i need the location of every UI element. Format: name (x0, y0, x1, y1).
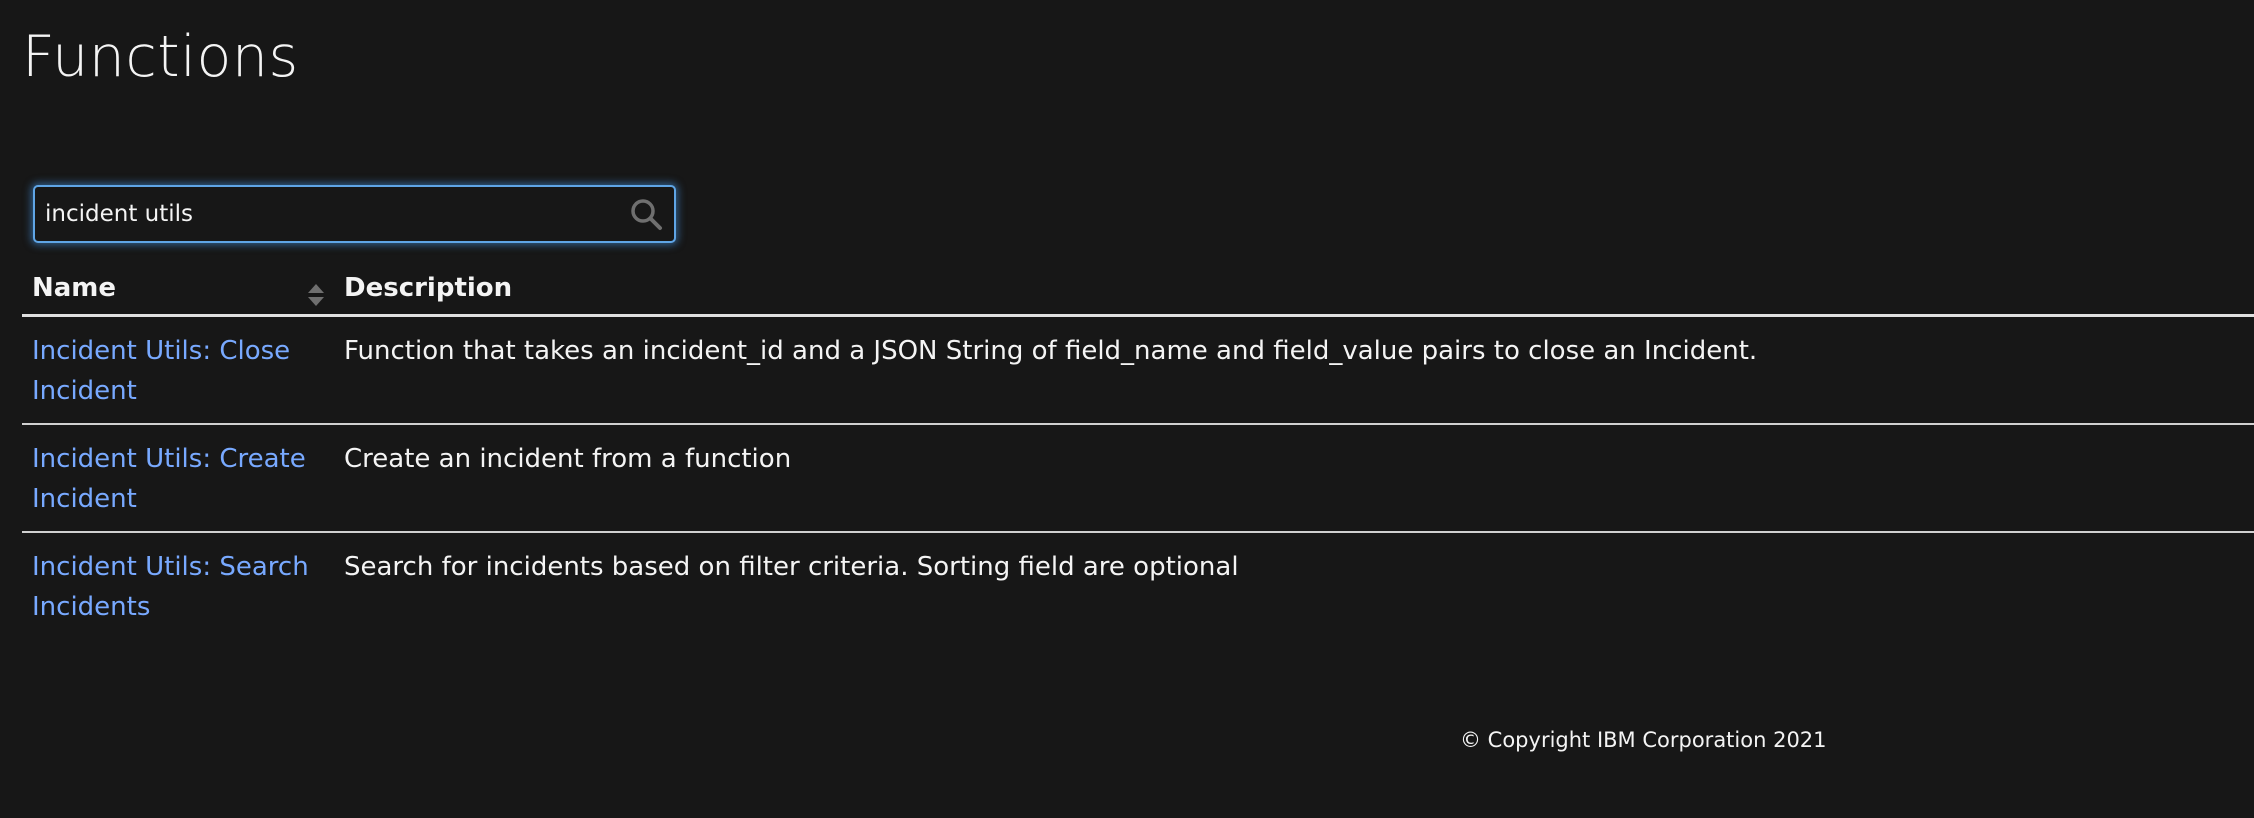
column-header-name[interactable]: Name (22, 262, 334, 317)
search-box[interactable] (33, 185, 676, 243)
search-icon[interactable] (628, 196, 664, 232)
description-cell: Create an incident from a function (334, 424, 2254, 533)
table-header-row: Name Description (22, 262, 2254, 317)
table-row: Incident Utils: Close Incident Function … (22, 315, 2254, 425)
function-link-create-incident[interactable]: Incident Utils: Create Incident (32, 444, 306, 514)
search-input[interactable] (45, 195, 605, 233)
functions-table: Name Description Incident Utils: Close I… (22, 262, 2254, 639)
name-cell: Incident Utils: Close Incident (22, 315, 334, 425)
description-cell: Function that takes an incident_id and a… (334, 315, 2254, 425)
column-header-description-label: Description (344, 273, 513, 303)
description-cell: Search for incidents based on filter cri… (344, 552, 1239, 582)
name-cell: Incident Utils: Search Incidents (22, 532, 334, 639)
table-row: Incident Utils: Create Incident Create a… (22, 424, 2254, 533)
table-row: Incident Utils: Search Incidents Search … (22, 532, 2254, 639)
function-link-search-incidents[interactable]: Incident Utils: Search Incidents (32, 552, 309, 622)
column-header-name-label: Name (32, 273, 117, 303)
copyright-text: © Copyright IBM Corporation 2021 (1460, 728, 1827, 752)
page-title: Functions (22, 24, 299, 90)
sort-icon[interactable] (306, 282, 326, 308)
column-header-description[interactable]: Description (334, 262, 2254, 317)
function-link-close-incident[interactable]: Incident Utils: Close Incident (32, 336, 290, 406)
name-cell: Incident Utils: Create Incident (22, 424, 334, 533)
